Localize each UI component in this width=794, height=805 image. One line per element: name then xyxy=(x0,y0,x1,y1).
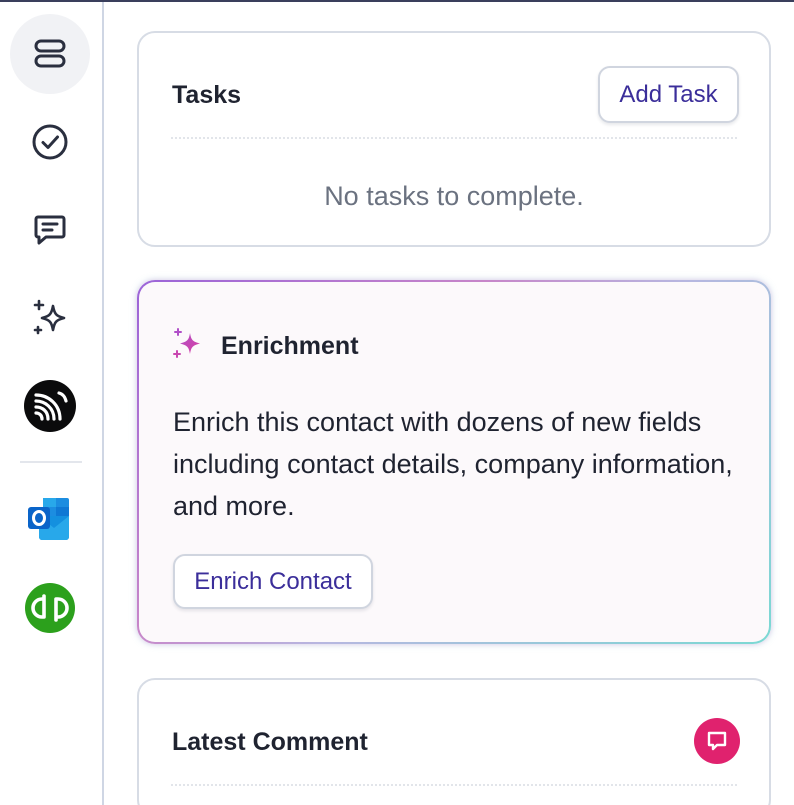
latest-comment-card: Latest Comment xyxy=(137,678,771,805)
enrichment-title: Enrichment xyxy=(221,332,359,360)
stack-icon xyxy=(34,39,66,68)
enrichment-description: Enrich this contact with dozens of new f… xyxy=(173,407,733,521)
sidebar-item-list-view[interactable] xyxy=(10,14,90,94)
quickbooks-icon xyxy=(25,583,75,633)
sidebar-item-tasks[interactable] xyxy=(10,102,90,182)
sidebar-item-integration[interactable] xyxy=(10,366,90,446)
latest-comment-title: Latest Comment xyxy=(172,728,368,756)
tasks-empty-text: No tasks to complete. xyxy=(324,181,584,211)
comment-divider xyxy=(171,784,737,786)
message-icon xyxy=(34,215,66,245)
sparkles-icon xyxy=(173,328,200,358)
check-circle-icon xyxy=(32,124,68,160)
enrichment-card-body: Enrichment Enrich this contact with doze… xyxy=(139,282,769,642)
sidebar-item-quickbooks[interactable] xyxy=(10,568,90,648)
tasks-card: Tasks Add Task No tasks to complete. xyxy=(137,31,771,247)
tasks-divider xyxy=(171,137,737,139)
sidebar xyxy=(0,2,104,805)
sidebar-item-outlook[interactable] xyxy=(10,479,90,559)
add-task-button[interactable]: Add Task xyxy=(598,66,739,123)
outlook-icon xyxy=(28,498,69,540)
sparkles-icon xyxy=(33,299,66,335)
sidebar-item-enrichment[interactable] xyxy=(10,278,90,358)
top-border xyxy=(0,0,794,2)
sidebar-item-comments[interactable] xyxy=(10,189,90,269)
sidebar-divider xyxy=(20,461,82,463)
comment-icon xyxy=(707,731,727,751)
tasks-title: Tasks xyxy=(172,81,242,109)
enrichment-card: Enrichment Enrich this contact with doze… xyxy=(137,280,771,644)
enrich-contact-button[interactable]: Enrich Contact xyxy=(173,554,373,609)
feed-icon xyxy=(24,380,76,432)
comment-badge[interactable] xyxy=(694,718,740,764)
